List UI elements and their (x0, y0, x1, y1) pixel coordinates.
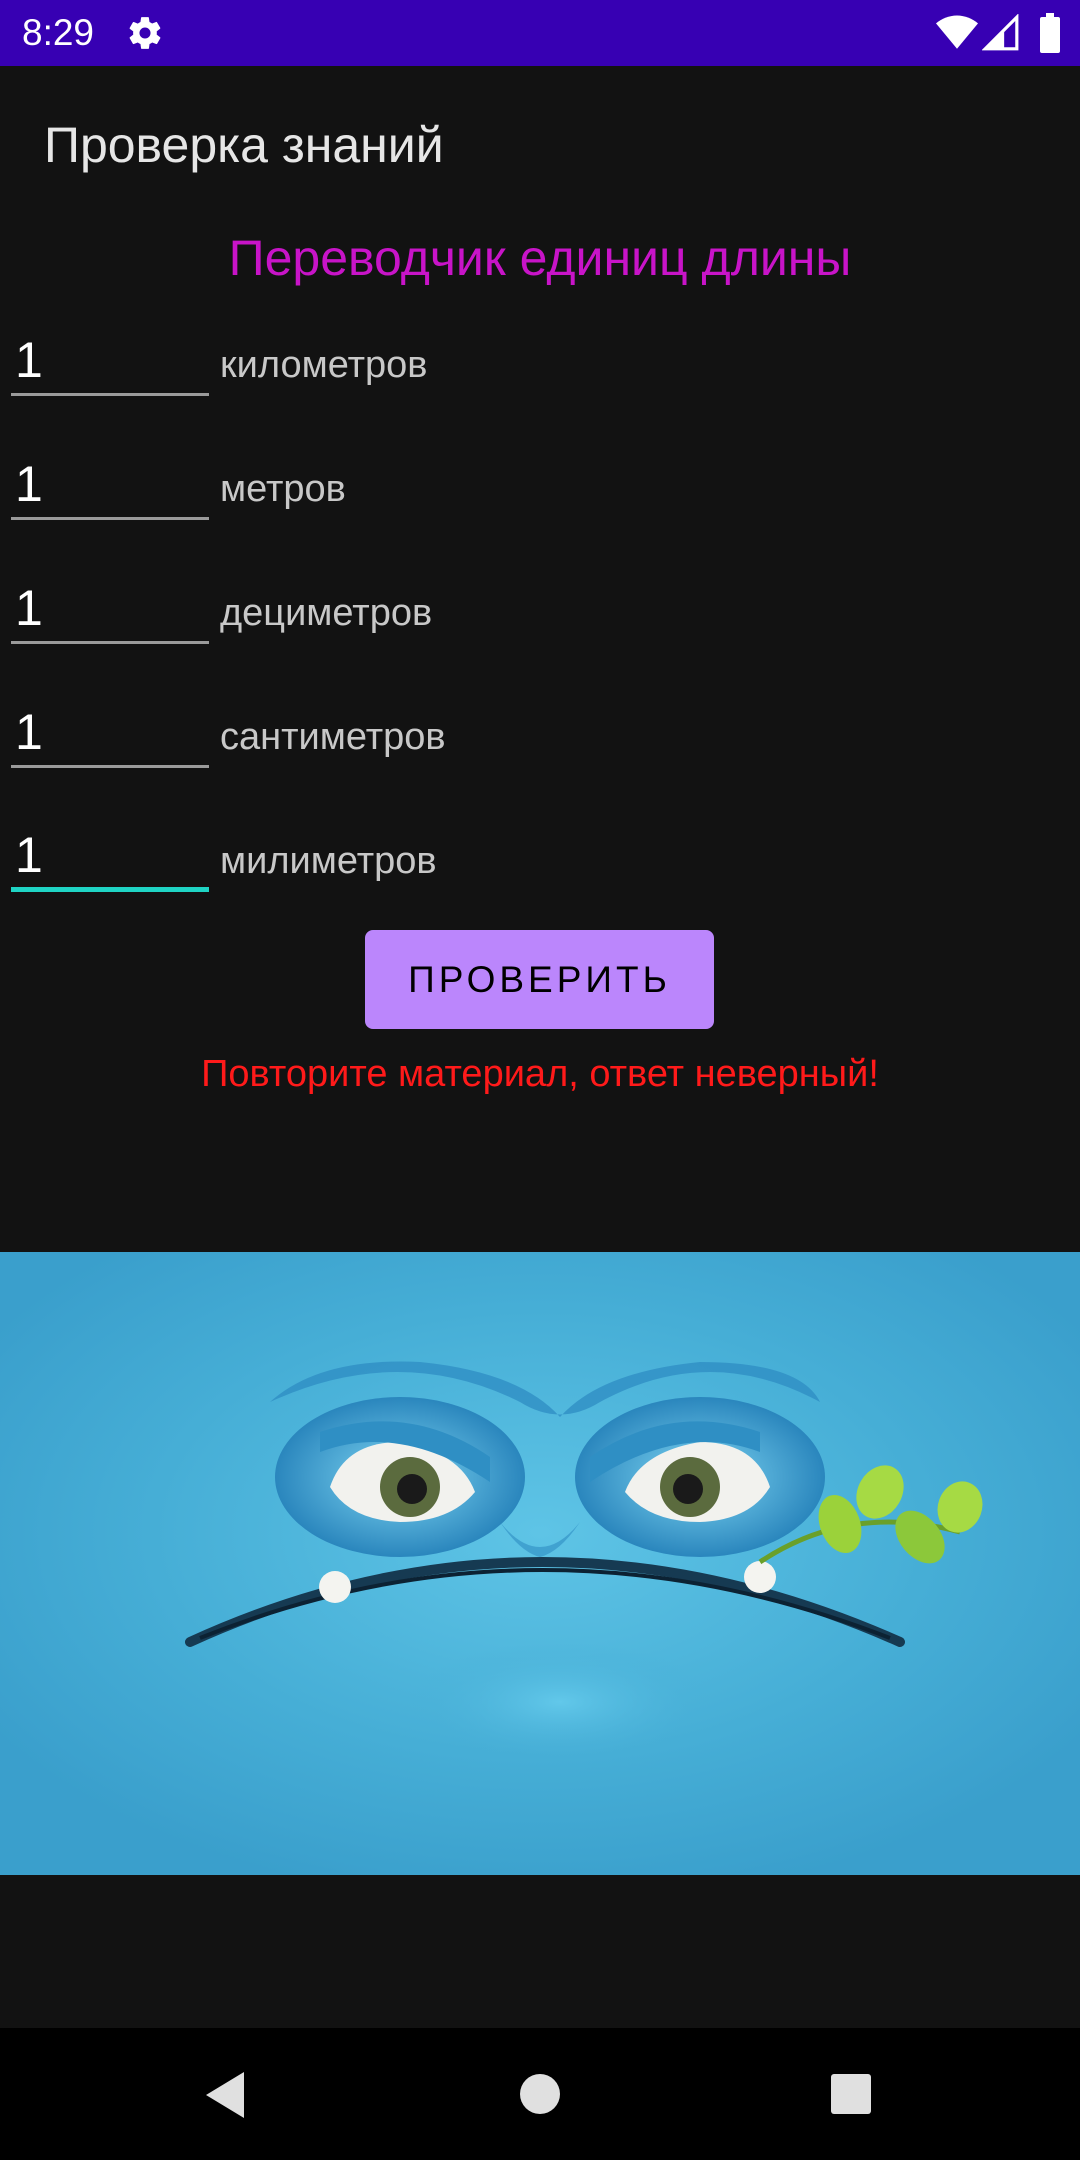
meters-input[interactable] (11, 450, 209, 520)
millimeters-label: милиметров (220, 840, 437, 882)
decimeters-input[interactable] (11, 574, 209, 644)
app-title: Проверка знаний (44, 117, 444, 173)
check-button[interactable]: ПРОВЕРИТЬ (365, 930, 714, 1029)
wifi-icon (936, 15, 978, 49)
angry-face-image (0, 1252, 1080, 1875)
recents-icon[interactable] (829, 2072, 873, 2116)
signal-icon (982, 14, 1019, 51)
decimeters-row: дециметров (0, 574, 1080, 684)
millimeters-input[interactable] (11, 822, 209, 892)
kilometers-label: километров (220, 344, 428, 386)
home-icon[interactable] (518, 2072, 562, 2116)
back-icon[interactable] (204, 2070, 248, 2120)
battery-icon (1040, 13, 1060, 53)
decimeters-label: дециметров (220, 592, 433, 634)
meters-label: метров (220, 468, 346, 510)
centimeters-label: сантиметров (220, 716, 446, 758)
result-message: Повторите материал, ответ неверный! (201, 1053, 879, 1095)
status-bar: 8:29 (0, 0, 1080, 66)
status-time: 8:29 (22, 12, 95, 53)
kilometers-input[interactable] (11, 326, 209, 396)
screen-heading: Переводчик единиц длины (228, 230, 852, 286)
centimeters-input[interactable] (11, 698, 209, 768)
millimeters-row: милиметров (0, 822, 1080, 932)
gear-icon (129, 17, 161, 49)
centimeters-row: сантиметров (0, 698, 1080, 808)
meters-row: метров (0, 450, 1080, 560)
app-screen: 8:29 Проверка знаний Переводчик единиц д… (0, 0, 1080, 2160)
kilometers-row: километров (0, 326, 1080, 436)
